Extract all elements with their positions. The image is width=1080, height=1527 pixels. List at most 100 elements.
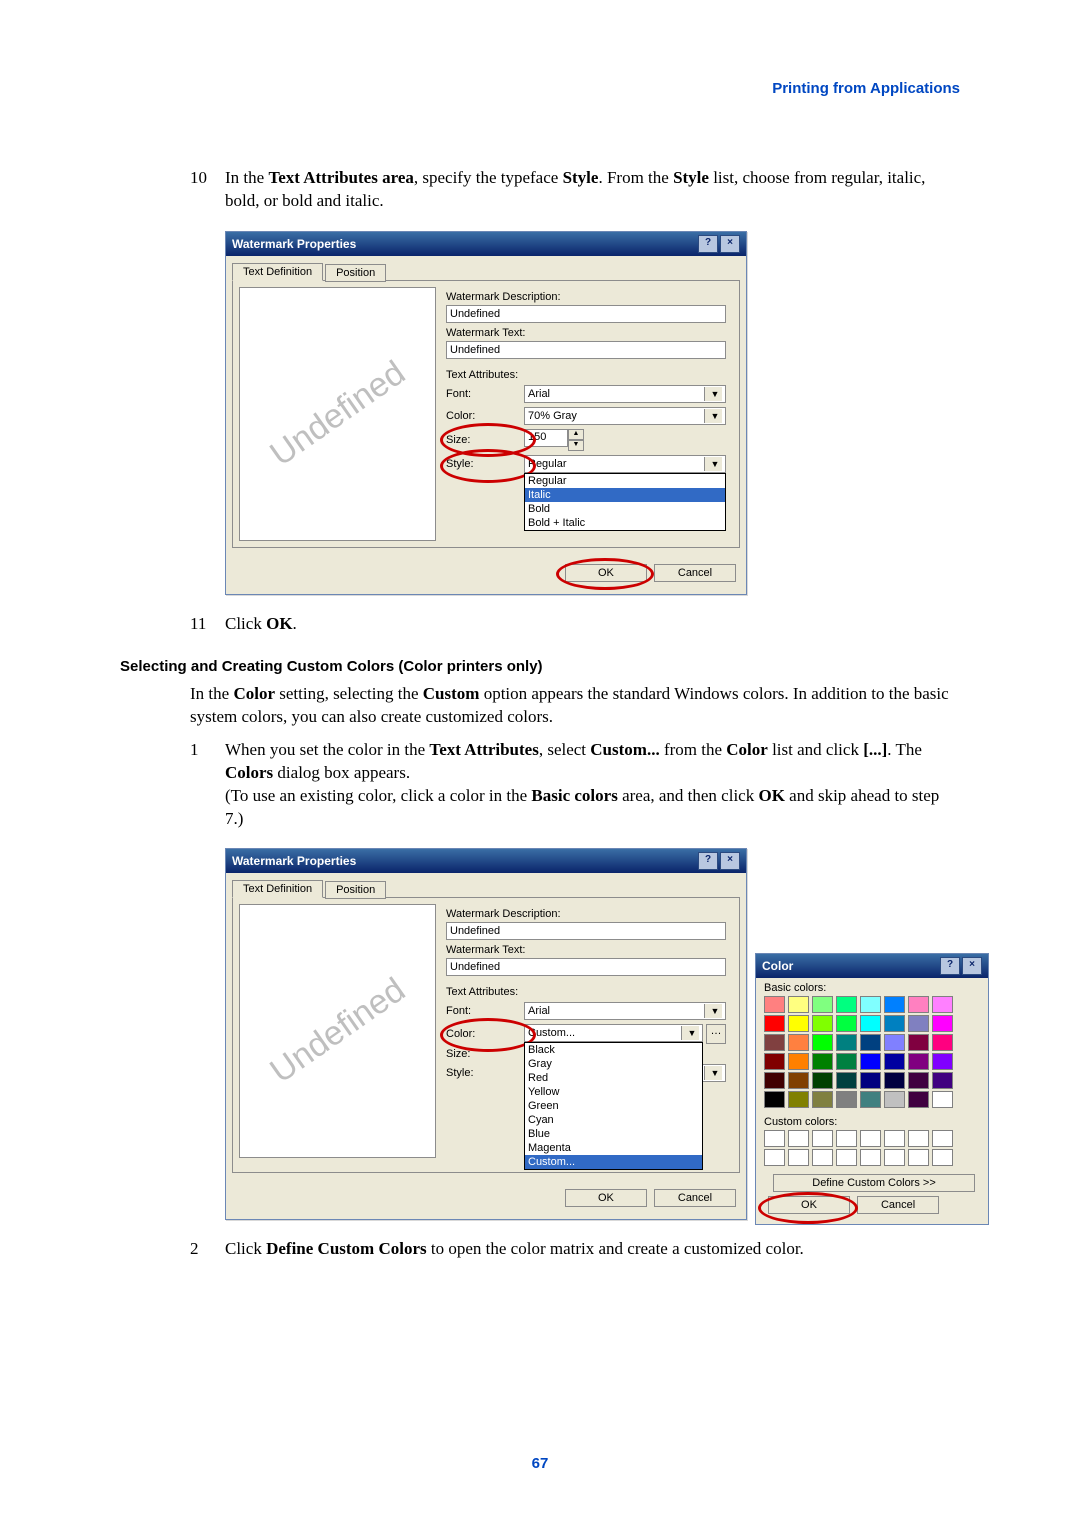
color-swatch[interactable]: [908, 1053, 929, 1070]
color-swatch[interactable]: [908, 1034, 929, 1051]
color-swatch[interactable]: [764, 996, 785, 1013]
color-swatch[interactable]: [812, 996, 833, 1013]
color-swatch[interactable]: [884, 1091, 905, 1108]
ellipsis-button[interactable]: …: [706, 1024, 726, 1044]
input-wm-description[interactable]: [446, 922, 726, 940]
custom-swatch[interactable]: [764, 1130, 785, 1147]
color-swatch[interactable]: [908, 1072, 929, 1089]
color-swatch[interactable]: [788, 996, 809, 1013]
input-wm-text[interactable]: [446, 958, 726, 976]
color-swatch[interactable]: [788, 1034, 809, 1051]
custom-swatch[interactable]: [908, 1130, 929, 1147]
ok-button[interactable]: OK: [768, 1196, 850, 1214]
dropdown-color-list[interactable]: Black Gray Red Yellow Green Cyan Blue Ma…: [524, 1042, 703, 1170]
color-swatch[interactable]: [764, 1072, 785, 1089]
spinbox-size[interactable]: 150▲▼: [524, 429, 726, 451]
close-icon[interactable]: ×: [720, 235, 740, 253]
color-swatch[interactable]: [932, 1015, 953, 1032]
ok-button[interactable]: OK: [565, 1189, 647, 1207]
color-swatch[interactable]: [884, 1072, 905, 1089]
help-icon[interactable]: ?: [940, 957, 960, 975]
color-swatch[interactable]: [932, 996, 953, 1013]
custom-swatch[interactable]: [788, 1149, 809, 1166]
color-swatch[interactable]: [932, 1072, 953, 1089]
help-icon[interactable]: ?: [698, 235, 718, 253]
color-option[interactable]: Custom...: [525, 1155, 702, 1169]
custom-swatch[interactable]: [860, 1149, 881, 1166]
color-swatch[interactable]: [764, 1015, 785, 1032]
tab-position[interactable]: Position: [325, 264, 386, 282]
input-wm-description[interactable]: [446, 305, 726, 323]
ok-button[interactable]: OK: [565, 564, 647, 582]
color-option[interactable]: Red: [525, 1071, 702, 1085]
color-swatch[interactable]: [764, 1091, 785, 1108]
spinner-up-icon[interactable]: ▲: [568, 429, 584, 440]
color-swatch[interactable]: [788, 1091, 809, 1108]
define-custom-colors-button[interactable]: Define Custom Colors >>: [773, 1174, 975, 1192]
custom-swatch[interactable]: [884, 1149, 905, 1166]
color-swatch[interactable]: [836, 1053, 857, 1070]
help-icon[interactable]: ?: [698, 852, 718, 870]
color-option[interactable]: Yellow: [525, 1085, 702, 1099]
color-swatch[interactable]: [764, 1053, 785, 1070]
color-swatch[interactable]: [932, 1053, 953, 1070]
color-swatch[interactable]: [884, 996, 905, 1013]
custom-swatch[interactable]: [932, 1130, 953, 1147]
tab-text-definition[interactable]: Text Definition: [232, 263, 323, 281]
color-swatch[interactable]: [884, 1053, 905, 1070]
dropdown-color[interactable]: 70% Gray▼: [524, 407, 726, 425]
color-swatch[interactable]: [812, 1015, 833, 1032]
tab-text-definition[interactable]: Text Definition: [232, 880, 323, 898]
custom-swatch[interactable]: [836, 1130, 857, 1147]
custom-swatch[interactable]: [788, 1130, 809, 1147]
color-option[interactable]: Magenta: [525, 1141, 702, 1155]
color-swatch[interactable]: [860, 1034, 881, 1051]
color-swatch[interactable]: [788, 1015, 809, 1032]
color-swatch[interactable]: [884, 1015, 905, 1032]
color-swatch[interactable]: [812, 1091, 833, 1108]
input-wm-text[interactable]: [446, 341, 726, 359]
dropdown-color[interactable]: Custom...▼: [524, 1024, 703, 1042]
color-swatch[interactable]: [860, 1072, 881, 1089]
dropdown-style[interactable]: Regular▼: [524, 455, 726, 473]
color-swatch[interactable]: [812, 1053, 833, 1070]
cancel-button[interactable]: Cancel: [654, 1189, 736, 1207]
custom-swatch[interactable]: [812, 1130, 833, 1147]
style-option[interactable]: Bold: [525, 502, 725, 516]
custom-swatch[interactable]: [908, 1149, 929, 1166]
dropdown-font[interactable]: Arial▼: [524, 385, 726, 403]
close-icon[interactable]: ×: [720, 852, 740, 870]
color-swatch[interactable]: [860, 1053, 881, 1070]
style-option[interactable]: Italic: [525, 488, 725, 502]
color-option[interactable]: Blue: [525, 1127, 702, 1141]
color-swatch[interactable]: [908, 1015, 929, 1032]
color-swatch[interactable]: [836, 996, 857, 1013]
style-option[interactable]: Bold + Italic: [525, 516, 725, 530]
custom-swatch[interactable]: [884, 1130, 905, 1147]
custom-swatch[interactable]: [812, 1149, 833, 1166]
custom-swatch[interactable]: [836, 1149, 857, 1166]
color-swatch[interactable]: [836, 1091, 857, 1108]
cancel-button[interactable]: Cancel: [857, 1196, 939, 1214]
custom-swatch[interactable]: [764, 1149, 785, 1166]
color-option[interactable]: Black: [525, 1043, 702, 1057]
cancel-button[interactable]: Cancel: [654, 564, 736, 582]
color-swatch[interactable]: [788, 1053, 809, 1070]
dropdown-font[interactable]: Arial▼: [524, 1002, 726, 1020]
color-swatch[interactable]: [788, 1072, 809, 1089]
color-swatch[interactable]: [908, 1091, 929, 1108]
spinner-down-icon[interactable]: ▼: [568, 440, 584, 451]
custom-swatch[interactable]: [932, 1149, 953, 1166]
dropdown-style-list[interactable]: Regular Italic Bold Bold + Italic: [524, 473, 726, 531]
color-swatch[interactable]: [908, 996, 929, 1013]
color-swatch[interactable]: [764, 1034, 785, 1051]
color-swatch[interactable]: [932, 1091, 953, 1108]
color-swatch[interactable]: [836, 1034, 857, 1051]
close-icon[interactable]: ×: [962, 957, 982, 975]
tab-position[interactable]: Position: [325, 881, 386, 899]
color-swatch[interactable]: [860, 1015, 881, 1032]
color-swatch[interactable]: [836, 1015, 857, 1032]
color-swatch[interactable]: [884, 1034, 905, 1051]
style-option[interactable]: Regular: [525, 474, 725, 488]
color-swatch[interactable]: [860, 1091, 881, 1108]
